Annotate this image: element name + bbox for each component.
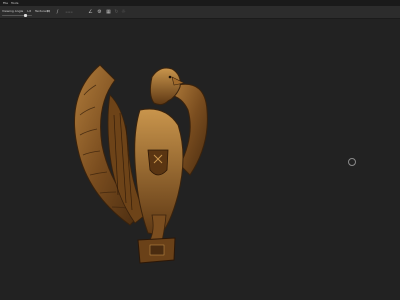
lit-toggle[interactable]: Lit [27,9,31,13]
toolbar: Viewing Angle Lit Textured ⌗ ∕ ≡≡≡ ∠ ⚙ ▦… [0,6,400,19]
slider-knob[interactable] [23,13,27,17]
rotate-icon[interactable]: ↻ [114,10,119,15]
viewing-angle-label: Viewing Angle [2,9,24,13]
menu-file[interactable]: File [3,1,8,5]
angle-icon[interactable]: ∠ [88,10,93,15]
menu-tools[interactable]: Tools [11,1,18,5]
gear-icon[interactable]: ⚙ [97,10,102,15]
orbit-cursor-icon [348,158,356,166]
list-icon[interactable]: ≡≡≡ [62,10,76,15]
viewing-angle-slider[interactable] [2,13,32,17]
brush-icon[interactable]: ∕ [55,10,60,15]
crop-icon[interactable]: ⌗ [46,10,51,15]
grid-icon[interactable]: ▦ [106,10,111,15]
eagle-statue-model[interactable] [70,55,220,270]
3d-viewport[interactable] [0,19,400,300]
sun-icon[interactable]: ☼ [121,10,126,15]
